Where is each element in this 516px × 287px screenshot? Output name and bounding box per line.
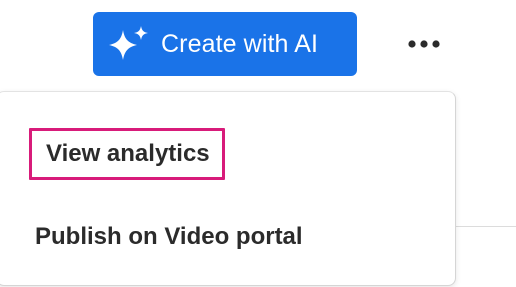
more-options-button[interactable] (400, 26, 448, 66)
menu-item-view-analytics[interactable]: View analytics (0, 124, 455, 184)
menu-item-label: Publish on Video portal (35, 223, 303, 250)
menu-item-label: View analytics (29, 128, 225, 180)
ellipsis-icon (404, 37, 444, 55)
create-with-ai-button[interactable]: Create with AI (93, 12, 357, 76)
menu-item-publish-video-portal[interactable]: Publish on Video portal (0, 207, 455, 267)
divider (456, 226, 516, 227)
page: Create with AI View analytics Publish on… (0, 0, 516, 287)
sparkle-icon (105, 24, 155, 64)
create-with-ai-label: Create with AI (161, 29, 319, 58)
options-dropdown-menu: View analytics Publish on Video portal (0, 91, 456, 286)
